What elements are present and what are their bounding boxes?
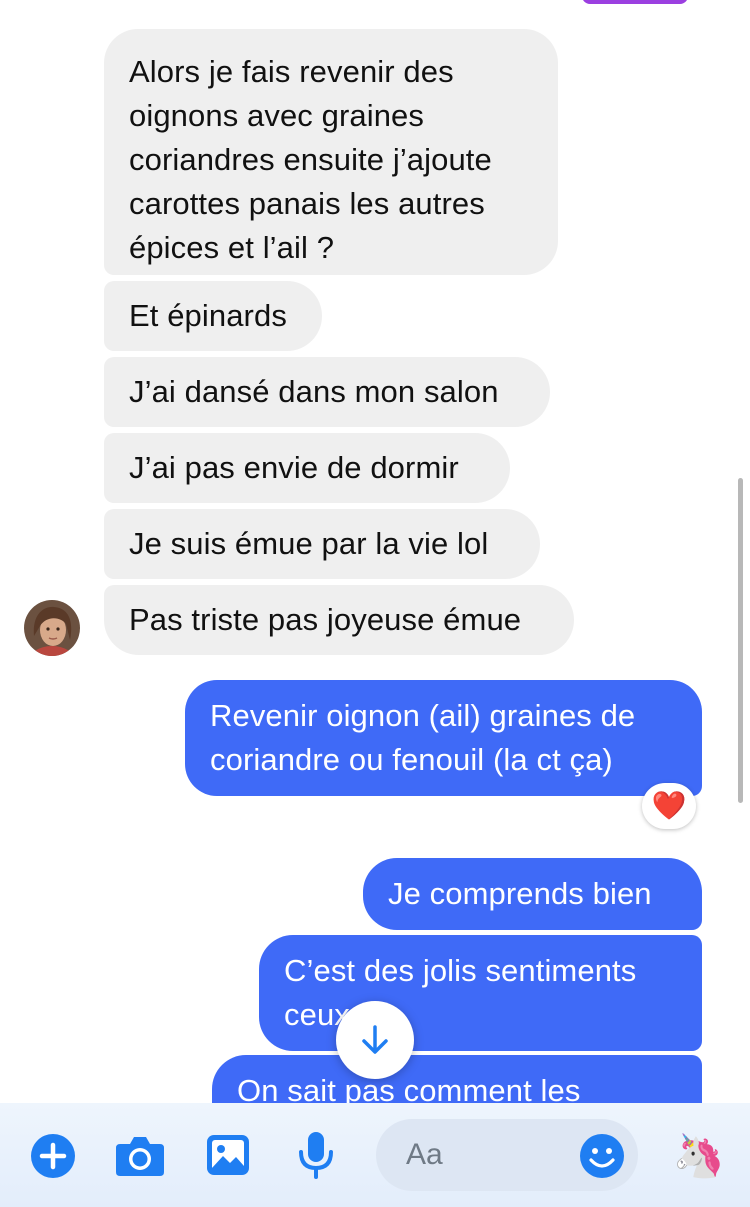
contact-avatar[interactable] [24,600,80,656]
camera-icon [116,1137,164,1176]
outgoing-message[interactable]: Revenir oignon (ail) graines de coriandr… [185,680,702,796]
incoming-message[interactable]: Pas triste pas joyeuse émue [104,585,574,655]
camera-button[interactable] [114,1134,166,1178]
scroll-to-bottom-button[interactable] [336,1001,414,1079]
message-input-placeholder: Aa [406,1138,443,1171]
plus-button[interactable] [31,1134,75,1178]
emoji-icon [580,1134,624,1178]
microphone-icon [299,1132,333,1179]
message-text: Et épinards [129,298,287,333]
scrollbar[interactable] [738,478,743,803]
gallery-icon [207,1135,249,1175]
message-text: J’ai pas envie de dormir [129,450,459,485]
incoming-message[interactable]: Alors je fais revenir des oignons avec g… [104,29,558,275]
heart-icon: ❤️ [651,790,687,821]
outgoing-message[interactable]: Je comprends bien [363,858,702,930]
previous-message-edge [582,0,688,4]
unicorn-emoji: 🦄 [672,1132,726,1179]
message-text: J’ai dansé dans mon salon [129,374,499,409]
message-text: Je suis émue par la vie lol [129,526,489,561]
message-text: Alors je fais revenir des oignons avec g… [129,54,492,265]
message-text: Revenir oignon (ail) graines de coriandr… [210,698,636,777]
incoming-message[interactable]: Et épinards [104,281,322,351]
message-text: Pas triste pas joyeuse émue [129,602,522,637]
incoming-message[interactable]: Je suis émue par la vie lol [104,509,540,579]
plus-icon [31,1134,75,1178]
microphone-button[interactable] [297,1130,335,1180]
message-text: C’est des jolis sentiments ceux [284,953,637,1032]
gallery-button[interactable] [205,1133,251,1177]
incoming-message[interactable]: J’ai dansé dans mon salon [104,357,550,427]
emoji-button[interactable] [578,1132,626,1180]
avatar-image [24,600,80,656]
heart-reaction[interactable]: ❤️ [642,783,696,829]
quick-reaction-button[interactable]: 🦄 [672,1130,726,1182]
message-text: Je comprends bien [388,876,652,911]
outgoing-message[interactable]: C’est des jolis sentiments ceux [259,935,702,1051]
incoming-message[interactable]: J’ai pas envie de dormir [104,433,510,503]
arrow-down-icon [362,1025,388,1054]
